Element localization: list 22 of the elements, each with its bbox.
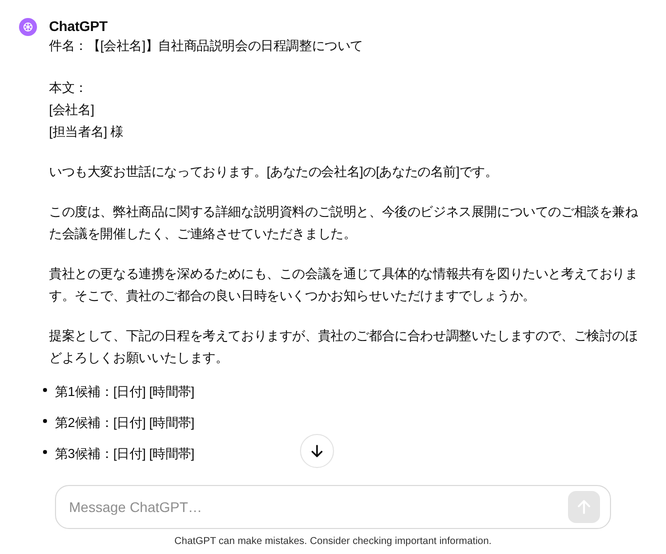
body-line: [会社名] (49, 101, 94, 119)
bullet-icon (43, 388, 47, 392)
paragraph: 提案として、下記の日程を考えておりますが、貴社のご都合に合わせ調整いたしますので、ご検討のほどよろしくお願いいたします。 (49, 327, 639, 367)
arrow-down-icon (309, 443, 325, 459)
paragraph: 貴社との更なる連携を深めるためにも、この会議を通じて具体的な情報共有を図りたいと考えております。そこで、貴社のご都合の良い日時をいくつかお知らせいただけますでしょうか。 (49, 265, 639, 305)
bullet-icon (43, 450, 47, 454)
arrow-up-icon (575, 498, 593, 516)
message-input[interactable]: Message ChatGPT… (69, 496, 568, 518)
assistant-avatar-icon (19, 18, 37, 36)
list-item: 第2候補：[日付] [時間帯] (55, 414, 194, 432)
scroll-down-button[interactable] (300, 434, 334, 468)
paragraph: いつも大変お世話になっております。[あなたの会社名]の[あなたの名前]です。 (49, 163, 499, 181)
body-line: 本文： (49, 79, 88, 97)
list-item: 第3候補：[日付] [時間帯] (55, 445, 194, 463)
paragraph: この度は、弊社商品に関する詳細な説明資料のご説明と、今後のビジネス展開についてのご相談を兼ねた会議を開催したく、ご連絡させていただきました。 (49, 203, 639, 243)
message-composer[interactable]: Message ChatGPT… (55, 485, 611, 529)
sender-name: ChatGPT (49, 17, 108, 35)
disclaimer-text: ChatGPT can make mistakes. Consider checking important information. (173, 535, 493, 549)
bullet-icon (43, 419, 47, 423)
subject-line: 件名：【[会社名]】自社商品説明会の日程調整について (49, 37, 364, 55)
body-line: [担当者名] 様 (49, 123, 124, 141)
list-item: 第1候補：[日付] [時間帯] (55, 383, 194, 401)
